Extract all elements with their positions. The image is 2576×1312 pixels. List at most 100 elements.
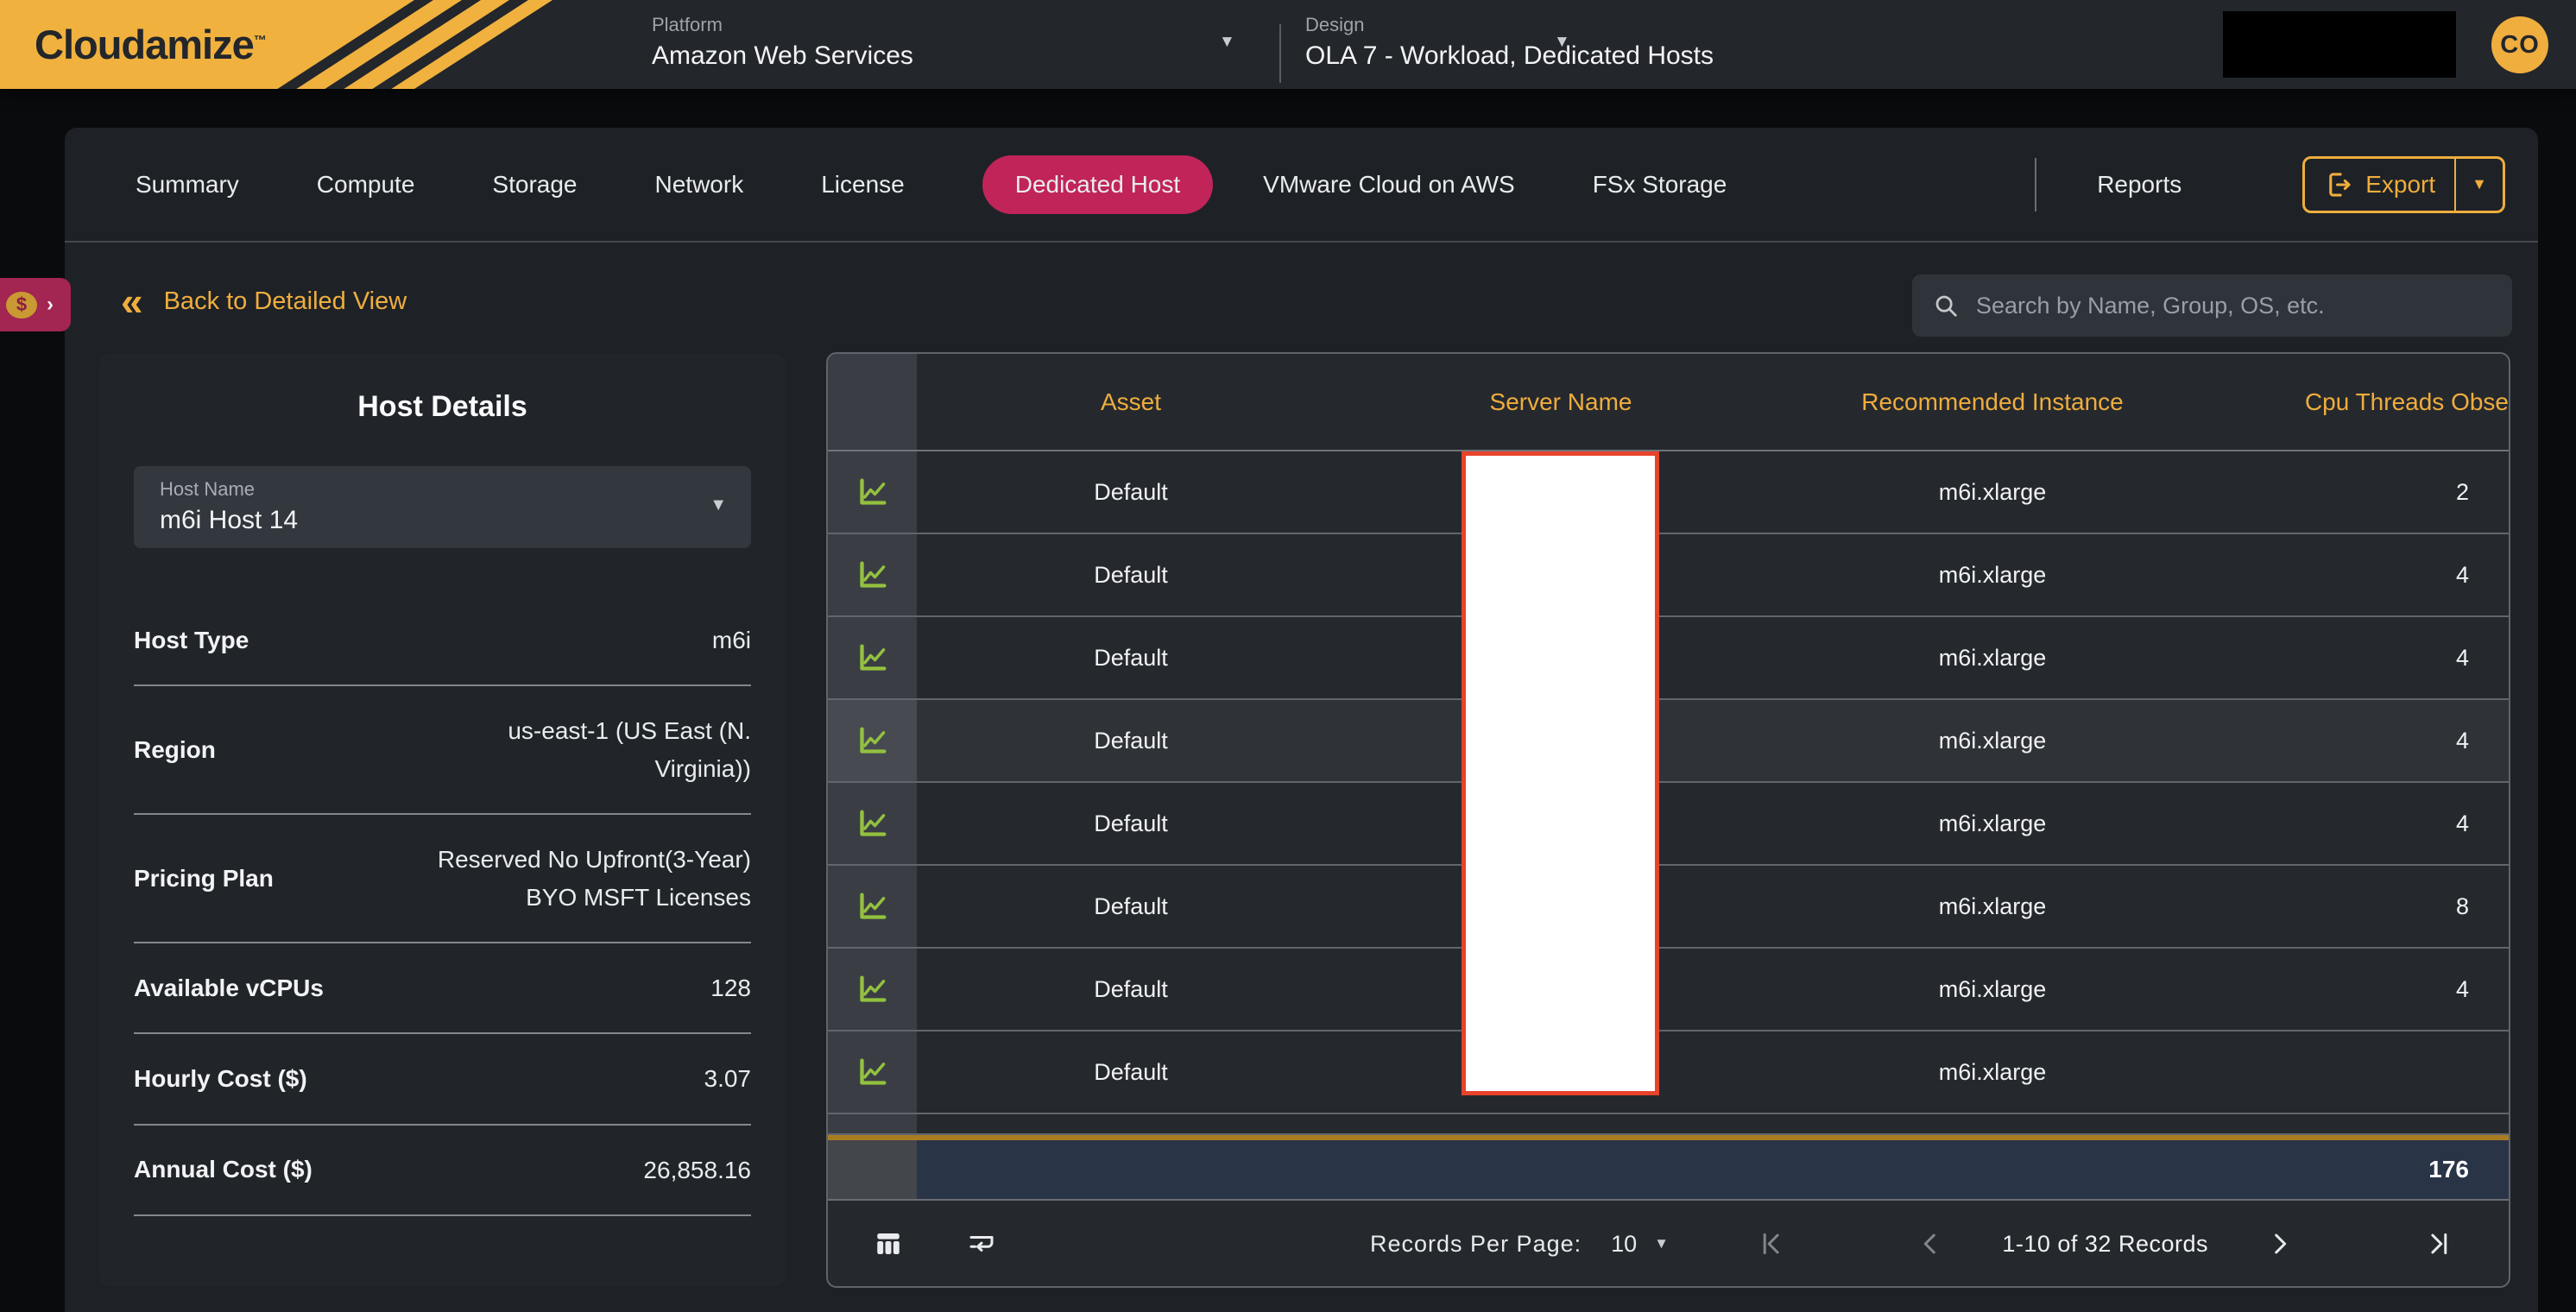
- nav-tab-bar: Summary Compute Storage Network License …: [65, 128, 2538, 243]
- column-header-recommended-instance[interactable]: Recommended Instance: [1777, 354, 2208, 450]
- next-page-button[interactable]: [2265, 1229, 2295, 1258]
- chevron-right-icon: [2265, 1229, 2295, 1258]
- total-cpu-threads: 176: [2208, 1140, 2509, 1199]
- host-name-caret-icon: ▼: [710, 495, 727, 515]
- chart-cell[interactable]: [828, 783, 917, 864]
- host-field-row: Annual Cost ($) 26,858.16: [134, 1126, 751, 1216]
- host-field-row: Pricing Plan Reserved No Upfront(3-Year)…: [134, 815, 751, 943]
- records-per-page-value: 10: [1611, 1231, 1637, 1258]
- table-row-partial: [828, 1114, 2509, 1135]
- brand-text: Cloudamize: [35, 22, 254, 67]
- tab-fsx-storage[interactable]: FSx Storage: [1593, 171, 1727, 199]
- wrap-text-button[interactable]: [966, 1228, 997, 1259]
- last-page-button[interactable]: [2424, 1229, 2453, 1258]
- records-per-page-label: Records Per Page:: [1370, 1231, 1582, 1258]
- tab-storage[interactable]: Storage: [492, 171, 577, 199]
- field-label: Region: [134, 736, 216, 764]
- tab-network[interactable]: Network: [655, 171, 744, 199]
- table-row[interactable]: Default m6i.xlarge 4: [828, 949, 2509, 1031]
- asset-cell: Default: [917, 866, 1345, 947]
- table-row[interactable]: Default m6i.xlarge 2: [828, 451, 2509, 534]
- first-page-icon: [1757, 1229, 1786, 1258]
- chart-cell[interactable]: [828, 949, 917, 1030]
- first-page-button[interactable]: [1757, 1229, 1786, 1258]
- previous-page-button[interactable]: [1916, 1229, 1945, 1258]
- table-header-row: Asset Server Name Recommended Instance C…: [828, 354, 2509, 451]
- design-label: Design: [1305, 14, 1714, 36]
- platform-value: Amazon Web Services: [652, 41, 913, 71]
- table-row[interactable]: Default m6i.xlarge 8: [828, 866, 2509, 949]
- column-header-cpu-threads[interactable]: Cpu Threads Obse: [2208, 354, 2509, 450]
- tab-vmware-cloud-on-aws[interactable]: VMware Cloud on AWS: [1263, 171, 1515, 199]
- line-chart-icon: [856, 889, 890, 924]
- recommended-instance-cell: m6i.xlarge: [1777, 534, 2208, 615]
- field-value: 128: [710, 969, 751, 1006]
- host-details-card: Host Details Host Name m6i Host 14 ▼ Hos…: [99, 354, 786, 1286]
- table-row[interactable]: Default m6i.xlarge 4: [828, 534, 2509, 617]
- field-label: Annual Cost ($): [134, 1156, 313, 1183]
- dollar-coin-icon: $: [6, 292, 37, 319]
- chart-cell[interactable]: [828, 1031, 917, 1113]
- recommended-instance-cell: m6i.xlarge: [1777, 866, 2208, 947]
- field-label: Available vCPUs: [134, 975, 324, 1002]
- table-row[interactable]: Default m6i.xlarge 4: [828, 783, 2509, 866]
- export-caret-icon[interactable]: ▼: [2456, 175, 2503, 193]
- cpu-threads-cell: 4: [2208, 700, 2509, 781]
- tab-summary[interactable]: Summary: [136, 171, 239, 199]
- asset-cell: Default: [917, 783, 1345, 864]
- records-per-page-select[interactable]: Records Per Page: 10 ▼: [1370, 1231, 1669, 1258]
- line-chart-icon: [856, 723, 890, 758]
- column-chooser-button[interactable]: [873, 1228, 904, 1259]
- header-divider: [1279, 24, 1281, 83]
- cpu-threads-cell: 8: [2208, 866, 2509, 947]
- chart-cell[interactable]: [828, 617, 917, 698]
- platform-label: Platform: [652, 14, 913, 36]
- cpu-threads-cell: 4: [2208, 783, 2509, 864]
- app-root: Cloudamize™ Platform Amazon Web Services…: [0, 0, 2576, 1312]
- table-row[interactable]: Default m6i.xlarge: [828, 1031, 2509, 1114]
- design-caret-icon[interactable]: ▼: [1554, 33, 1570, 52]
- wrap-text-icon: [966, 1228, 997, 1259]
- column-header-server-name[interactable]: Server Name: [1345, 354, 1777, 450]
- platform-dropdown[interactable]: Platform Amazon Web Services: [652, 14, 913, 71]
- back-link-label: Back to Detailed View: [164, 287, 407, 316]
- host-details-title: Host Details: [99, 354, 786, 424]
- column-header-asset[interactable]: Asset: [917, 354, 1345, 450]
- platform-caret-icon[interactable]: ▼: [1219, 33, 1235, 52]
- chart-cell[interactable]: [828, 866, 917, 947]
- user-avatar[interactable]: CO: [2491, 16, 2548, 73]
- back-to-detailed-view-link[interactable]: « Back to Detailed View: [121, 281, 407, 321]
- host-name-label: Host Name: [160, 478, 751, 501]
- cost-drawer-tab[interactable]: $ ›: [0, 278, 71, 331]
- tab-license[interactable]: License: [821, 171, 905, 199]
- chart-cell[interactable]: [828, 534, 917, 615]
- search-input[interactable]: [1976, 293, 2491, 319]
- design-dropdown[interactable]: Design OLA 7 - Workload, Dedicated Hosts: [1305, 14, 1714, 71]
- chart-cell[interactable]: [828, 700, 917, 781]
- table-footer: Records Per Page: 10 ▼ 1-10 of 32 Record…: [828, 1199, 2509, 1287]
- line-chart-icon: [856, 1055, 890, 1089]
- asset-cell: Default: [917, 534, 1345, 615]
- last-page-icon: [2424, 1229, 2453, 1258]
- table-row-highlighted[interactable]: Default m6i.xlarge 4: [828, 700, 2509, 783]
- chart-cell[interactable]: [828, 451, 917, 533]
- recommended-instance-cell: m6i.xlarge: [1777, 451, 2208, 533]
- host-name-select[interactable]: Host Name m6i Host 14 ▼: [134, 466, 751, 548]
- table-row[interactable]: Default m6i.xlarge 4: [828, 617, 2509, 700]
- cpu-threads-cell: 2: [2208, 451, 2509, 533]
- records-per-page-caret-icon: ▼: [1654, 1235, 1669, 1252]
- tab-dedicated-host[interactable]: Dedicated Host: [982, 155, 1213, 214]
- export-button[interactable]: Export ▼: [2302, 156, 2505, 213]
- field-value: 3.07: [704, 1060, 752, 1097]
- reports-button[interactable]: Reports: [2097, 171, 2181, 199]
- main-surface: Summary Compute Storage Network License …: [65, 128, 2538, 1312]
- pagination-range: 1-10 of 32 Records: [2002, 1231, 2208, 1258]
- redacted-server-names: [1462, 451, 1659, 1095]
- host-field-row: Hourly Cost ($) 3.07: [134, 1034, 751, 1125]
- host-details-fields: Host Type m6i Region us-east-1 (US East …: [134, 596, 751, 1216]
- tab-compute[interactable]: Compute: [317, 171, 415, 199]
- search-box[interactable]: [1912, 274, 2512, 337]
- field-value: m6i: [712, 621, 751, 659]
- host-name-value: m6i Host 14: [160, 506, 751, 535]
- pagination: 1-10 of 32 Records: [1757, 1229, 2453, 1258]
